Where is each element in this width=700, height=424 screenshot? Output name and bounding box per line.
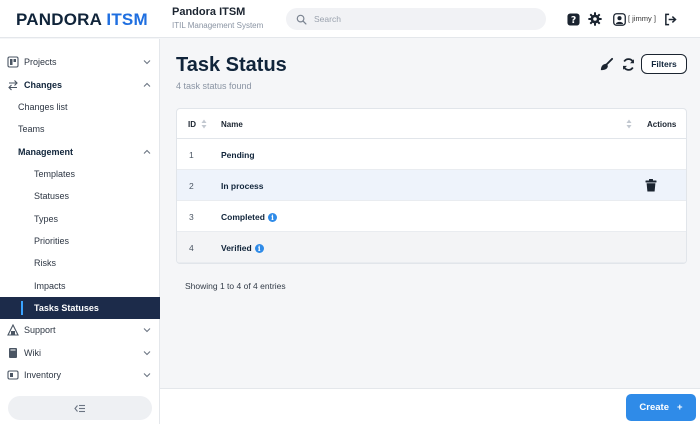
- sidebar-item-label: Wiki: [24, 348, 41, 358]
- support-icon: [7, 324, 19, 336]
- sidebar-item-changes-list[interactable]: Changes list: [0, 96, 160, 118]
- pagination-info: Showing 1 to 4 of 4 entries: [185, 281, 286, 291]
- sidebar-item-support[interactable]: Support: [0, 319, 160, 341]
- table-header: ID Name Actions: [177, 109, 686, 139]
- clear-filters-icon[interactable]: [598, 56, 614, 72]
- cell-id: 2: [189, 181, 194, 191]
- sidebar-item-label: Templates: [34, 169, 76, 179]
- search-icon: [296, 14, 307, 25]
- create-label: Create: [639, 402, 669, 413]
- result-count: 4 task status found: [176, 81, 252, 91]
- sidebar-item-priorities[interactable]: Priorities: [0, 230, 160, 252]
- svg-text:?: ?: [570, 14, 575, 25]
- logout-icon[interactable]: [663, 12, 677, 26]
- task-status-table: ID Name Actions 1 Pending 2 In process 3…: [176, 108, 687, 264]
- app-subtitle: ITIL Management System: [172, 21, 264, 30]
- chevron-up-icon: [143, 149, 151, 154]
- cell-id: 3: [189, 212, 194, 222]
- user-name[interactable]: [ jimmy ]: [628, 14, 656, 23]
- help-icon[interactable]: ?: [566, 12, 580, 26]
- sidebar-item-label: Types: [34, 214, 59, 224]
- sidebar-item-wiki[interactable]: Wiki: [0, 342, 160, 364]
- chevron-down-icon: [143, 351, 151, 356]
- info-icon[interactable]: i: [254, 243, 264, 253]
- sidebar-item-impacts[interactable]: Impacts: [0, 275, 160, 297]
- sidebar-item-label: Teams: [18, 124, 45, 134]
- filters-button[interactable]: Filters: [641, 54, 687, 74]
- refresh-icon[interactable]: [620, 56, 636, 72]
- sidebar-item-label: Risks: [34, 258, 56, 268]
- cell-name[interactable]: Verified i: [221, 243, 264, 253]
- projects-icon: [7, 56, 19, 68]
- search-input[interactable]: [314, 14, 534, 24]
- create-button[interactable]: Create +: [626, 394, 696, 421]
- column-header-name[interactable]: Name: [221, 120, 243, 129]
- cell-name[interactable]: In process: [221, 181, 264, 191]
- status-name: Completed: [221, 212, 265, 222]
- cell-id: 4: [189, 243, 194, 253]
- cell-name[interactable]: Pending: [221, 150, 255, 160]
- table-row[interactable]: 3 Completed i: [177, 201, 686, 232]
- cell-id: 1: [189, 150, 194, 160]
- wiki-icon: [9, 348, 17, 358]
- table-row[interactable]: 1 Pending: [177, 139, 686, 170]
- app-logo[interactable]: PANDORA ITSM: [16, 10, 148, 30]
- sidebar-item-label: Projects: [24, 57, 57, 67]
- collapse-icon: [74, 404, 85, 412]
- sidebar-item-tasks-statuses[interactable]: Tasks Statuses: [0, 297, 160, 319]
- chevron-up-icon: [143, 82, 151, 87]
- cell-name[interactable]: Completed i: [221, 212, 277, 222]
- app-title: Pandora ITSM: [172, 6, 246, 18]
- status-name: In process: [221, 181, 264, 191]
- table-row[interactable]: 4 Verified i: [177, 232, 686, 263]
- sidebar-item-templates[interactable]: Templates: [0, 163, 160, 185]
- table-row[interactable]: 2 In process: [177, 170, 686, 201]
- sidebar: Projects Changes Changes list Teams Mana…: [0, 39, 160, 424]
- sidebar-item-label: Impacts: [34, 281, 66, 291]
- sidebar-item-label: Changes list: [18, 102, 68, 112]
- sidebar-item-management[interactable]: Management: [0, 141, 160, 163]
- page-title: Task Status: [176, 54, 287, 76]
- sidebar-item-label: Tasks Statuses: [34, 303, 99, 313]
- top-header: PANDORA ITSM Pandora ITSM ITIL Managemen…: [0, 0, 700, 38]
- chevron-down-icon: [143, 328, 151, 333]
- collapse-sidebar-button[interactable]: [8, 396, 152, 420]
- status-name: Verified: [221, 243, 252, 253]
- sidebar-item-label: Changes: [24, 80, 63, 90]
- sidebar-item-statuses[interactable]: Statuses: [0, 185, 160, 207]
- plus-icon: +: [677, 402, 683, 413]
- chevron-down-icon: [143, 60, 151, 65]
- user-icon[interactable]: [612, 12, 626, 26]
- column-header-actions: Actions: [647, 120, 677, 129]
- sidebar-item-label: Inventory: [24, 370, 62, 380]
- sidebar-item-label: Statuses: [34, 191, 70, 201]
- settings-icon[interactable]: [588, 12, 602, 26]
- sidebar-item-label: Management: [18, 147, 74, 157]
- status-name: Pending: [221, 150, 255, 160]
- sidebar-item-changes[interactable]: Changes: [0, 74, 160, 96]
- sidebar-item-teams[interactable]: Teams: [0, 118, 160, 140]
- column-header-id[interactable]: ID: [188, 120, 196, 129]
- sidebar-item-label: Priorities: [34, 236, 70, 246]
- chevron-down-icon: [143, 373, 151, 378]
- sidebar-item-types[interactable]: Types: [0, 208, 160, 230]
- footer-bar: [160, 388, 700, 424]
- sidebar-item-label: Support: [24, 325, 56, 335]
- sort-icon[interactable]: [626, 119, 632, 129]
- sidebar-item-risks[interactable]: Risks: [0, 252, 160, 274]
- search-bar[interactable]: [286, 8, 546, 30]
- changes-icon: [8, 80, 18, 91]
- info-icon[interactable]: i: [267, 212, 277, 222]
- delete-icon[interactable]: [645, 179, 657, 192]
- active-indicator: [21, 301, 23, 315]
- inventory-icon: [7, 370, 19, 380]
- sidebar-item-inventory[interactable]: Inventory: [0, 364, 160, 386]
- sort-icon[interactable]: [201, 119, 207, 129]
- sidebar-item-projects[interactable]: Projects: [0, 51, 160, 73]
